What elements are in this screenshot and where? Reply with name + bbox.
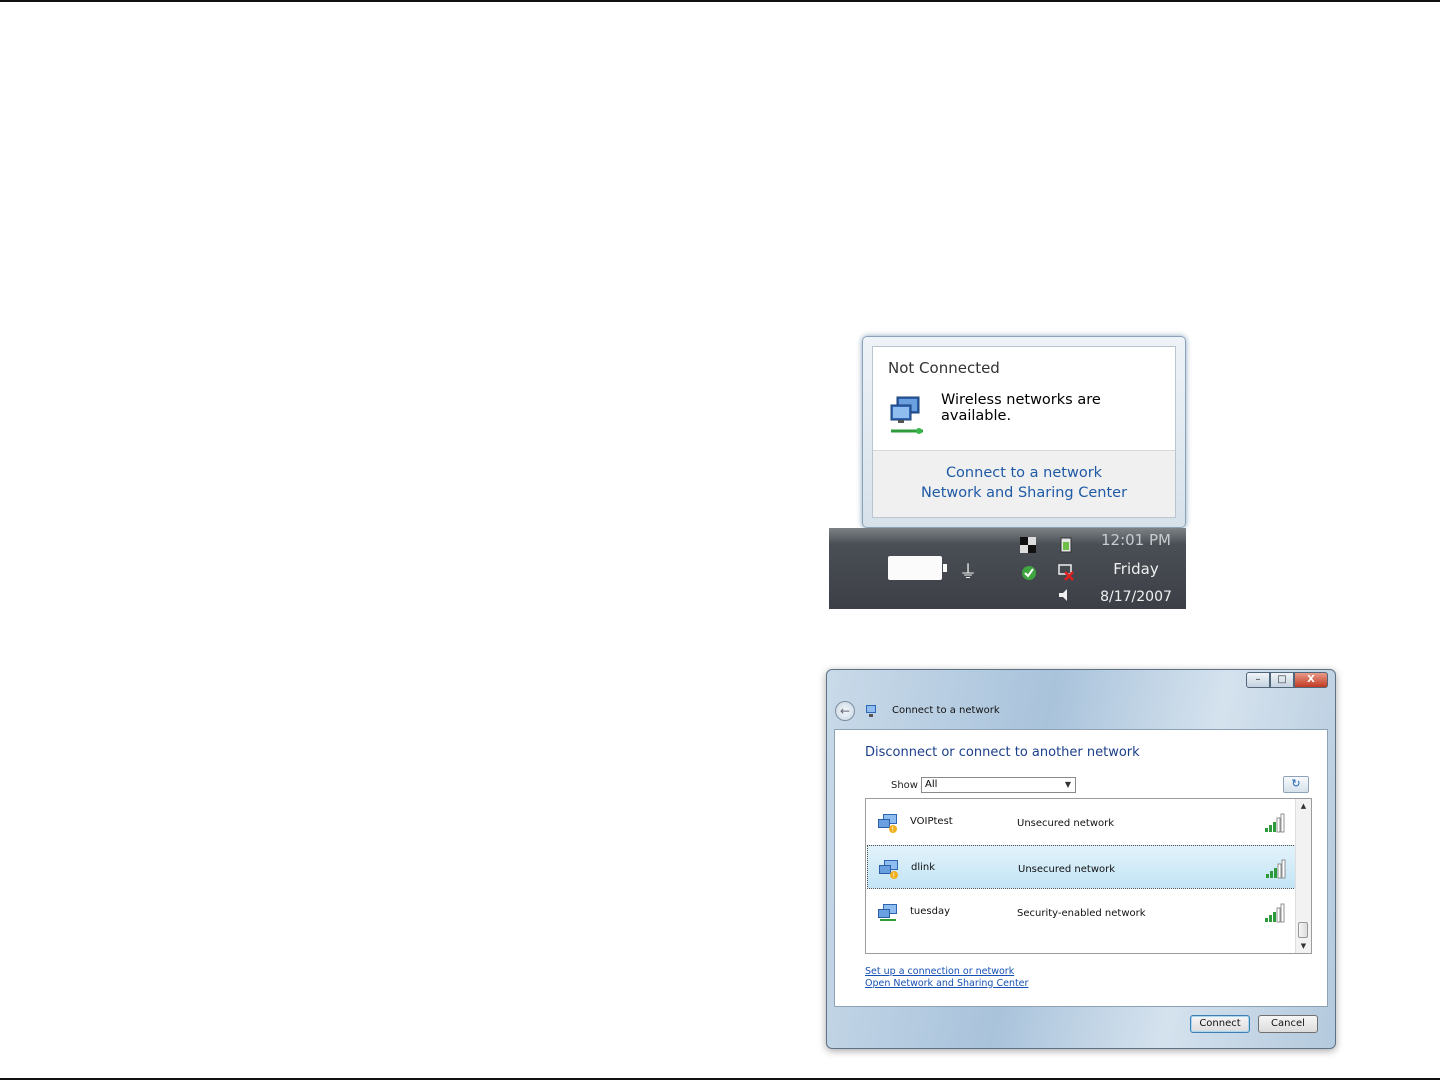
network-disconnected-icon[interactable] <box>1057 563 1075 581</box>
show-filter-dropdown[interactable]: All ▼ <box>921 777 1076 793</box>
setup-connection-link[interactable]: Set up a connection or network <box>865 966 1014 977</box>
minimize-button[interactable]: – <box>1246 672 1270 688</box>
network-row-voiptest[interactable]: ! VOIPtest Unsecured network <box>867 800 1296 844</box>
signal-strength-icon <box>1266 859 1286 879</box>
network-row-dlink[interactable]: ! dlink Unsecured network <box>867 845 1296 889</box>
notification-body: Not Connected Wireless networks are avai… <box>872 346 1176 518</box>
signal-strength-icon <box>1265 813 1285 833</box>
network-name: VOIPtest <box>910 816 953 827</box>
network-name: tuesday <box>910 906 951 917</box>
taskbar-tray: ⏚ 12:01 PM Friday 8/17/2007 <box>829 528 1186 609</box>
network-name: dlink <box>911 862 936 873</box>
power-status-icon[interactable] <box>1057 536 1075 554</box>
speaker-icon[interactable] <box>1055 586 1073 604</box>
network-row-tuesday[interactable]: tuesday Security-enabled network <box>867 890 1296 934</box>
caption-buttons: – □ X <box>1246 672 1328 688</box>
checker-icon[interactable] <box>1019 536 1037 554</box>
connect-to-network-dialog: – □ X ← Connect to a network Disconnect … <box>826 669 1336 1049</box>
close-button[interactable]: X <box>1294 672 1328 688</box>
dialog-heading: Disconnect or connect to another network <box>865 745 1140 760</box>
security-shield-icon[interactable] <box>1019 563 1037 581</box>
battery-icon[interactable] <box>888 556 947 580</box>
network-list-scrollbar[interactable]: ▲ ▼ <box>1295 799 1311 953</box>
tray-time[interactable]: 12:01 PM <box>1091 531 1181 549</box>
signal-strength-icon <box>1265 903 1285 923</box>
network-notification: Not Connected Wireless networks are avai… <box>862 336 1186 528</box>
connect-button[interactable]: Connect <box>1190 1015 1250 1033</box>
network-sharing-center-link[interactable]: Network and Sharing Center <box>873 483 1175 503</box>
network-computer-icon: ! <box>879 860 898 880</box>
network-list: ! VOIPtest Unsecured network ! dlink Uns… <box>865 798 1312 954</box>
scroll-up-icon[interactable]: ▲ <box>1296 799 1311 813</box>
cancel-button[interactable]: Cancel <box>1258 1015 1318 1033</box>
tray-day[interactable]: Friday <box>1091 560 1181 578</box>
window-title: Connect to a network <box>892 705 1000 716</box>
maximize-button[interactable]: □ <box>1270 672 1294 688</box>
network-status: Security-enabled network <box>1017 908 1146 919</box>
network-computer-icon <box>890 396 923 434</box>
chevron-down-icon: ▼ <box>1064 780 1071 789</box>
network-app-icon <box>866 705 876 717</box>
network-status: Unsecured network <box>1018 864 1116 875</box>
scroll-thumb[interactable] <box>1298 922 1308 938</box>
svg-text:!: ! <box>892 872 895 880</box>
back-arrow-icon[interactable]: ← <box>835 701 855 721</box>
dialog-content: Disconnect or connect to another network… <box>834 729 1328 1007</box>
network-computer-icon <box>878 904 897 921</box>
network-computer-icon: ! <box>878 814 897 834</box>
bottom-rule <box>0 1078 1440 1080</box>
notification-title: Not Connected <box>888 359 1000 377</box>
power-plug-icon[interactable]: ⏚ <box>959 558 977 584</box>
scroll-down-icon[interactable]: ▼ <box>1296 939 1311 953</box>
notification-links: Connect to a network Network and Sharing… <box>873 450 1175 517</box>
svg-text:!: ! <box>891 826 894 834</box>
tray-date[interactable]: 8/17/2007 <box>1091 589 1181 605</box>
top-rule <box>0 0 1440 2</box>
refresh-icon[interactable]: ↻ <box>1283 776 1309 793</box>
network-status: Unsecured network <box>1017 818 1115 829</box>
open-sharing-center-link[interactable]: Open Network and Sharing Center <box>865 978 1028 989</box>
show-filter-value: All <box>925 779 938 790</box>
connect-to-network-link[interactable]: Connect to a network <box>873 463 1175 483</box>
show-label: Show <box>891 780 918 791</box>
notification-message: Wireless networks are available. <box>941 392 1101 424</box>
